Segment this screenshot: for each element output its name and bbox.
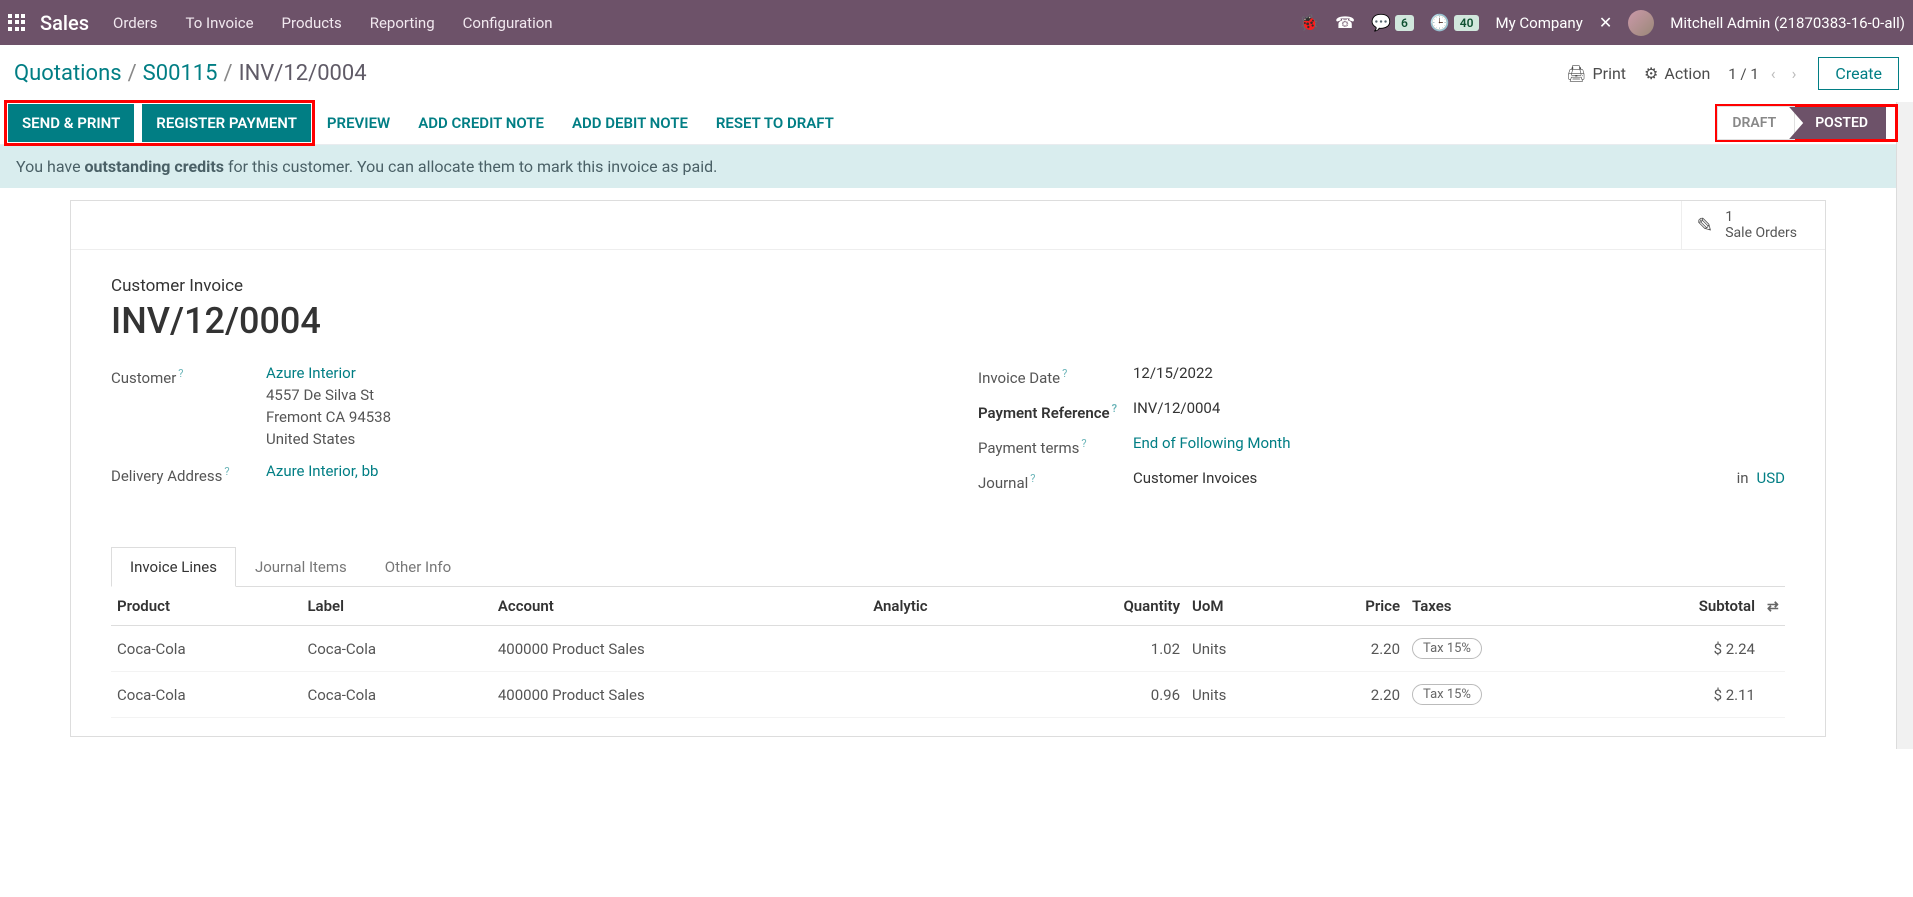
tab-other-info[interactable]: Other Info <box>366 547 470 587</box>
journal-value: Customer Invoices <box>1133 469 1729 487</box>
tools-icon[interactable]: ✕ <box>1599 13 1612 32</box>
send-print-button[interactable]: SEND & PRINT <box>8 104 134 142</box>
username[interactable]: Mitchell Admin (21870383-16-0-all) <box>1670 14 1905 32</box>
company-name[interactable]: My Company <box>1495 14 1582 32</box>
nav-links: Orders To Invoice Products Reporting Con… <box>113 14 1299 32</box>
actions-row: SEND & PRINT REGISTER PAYMENT PREVIEW AD… <box>0 102 1896 145</box>
messages-badge: 6 <box>1395 15 1414 31</box>
table-row[interactable]: Coca-ColaCoca-Cola400000 Product Sales1.… <box>111 626 1785 672</box>
gear-icon: ⚙ <box>1644 64 1658 83</box>
highlight-status: DRAFT POSTED <box>1717 106 1896 140</box>
th-product[interactable]: Product <box>111 587 301 626</box>
breadcrumb: Quotations/S00115/INV/12/0004 <box>14 61 367 86</box>
apps-icon[interactable] <box>8 14 26 32</box>
payment-ref-value: INV/12/0004 <box>1133 399 1785 417</box>
activities-icon[interactable]: 🕒40 <box>1430 13 1480 32</box>
stat-count: 1 <box>1725 209 1797 225</box>
pager-prev[interactable]: ‹ <box>1767 64 1780 83</box>
create-button[interactable]: Create <box>1818 57 1899 90</box>
tabs: Invoice Lines Journal Items Other Info <box>111 546 1785 587</box>
pager-text: 1 / 1 <box>1728 65 1759 83</box>
bug-icon[interactable]: 🐞 <box>1299 13 1319 32</box>
print-button[interactable]: 🖨Print <box>1566 64 1626 83</box>
pager: 1 / 1 ‹ › <box>1728 64 1800 83</box>
th-analytic[interactable]: Analytic <box>867 587 1024 626</box>
currency-link[interactable]: USD <box>1757 469 1785 487</box>
stat-label: Sale Orders <box>1725 225 1797 241</box>
customer-label: Customer? <box>111 364 266 387</box>
stat-row: ✎ 1 Sale Orders <box>71 201 1825 250</box>
left-col: Customer? Azure Interior 4557 De Silva S… <box>111 364 918 502</box>
brand-label[interactable]: Sales <box>40 11 89 35</box>
th-uom[interactable]: UoM <box>1186 587 1295 626</box>
nav-right: 🐞 ☎ 💬6 🕒40 My Company ✕ Mitchell Admin (… <box>1299 10 1905 36</box>
table-row[interactable]: Coca-ColaCoca-Cola400000 Product Sales0.… <box>111 672 1785 718</box>
outstanding-credits-alert: You have outstanding credits for this cu… <box>0 145 1896 188</box>
form-sheet: ✎ 1 Sale Orders Customer Invoice INV/12/… <box>70 200 1826 737</box>
payment-ref-label: Payment Reference? <box>978 399 1133 422</box>
th-subtotal[interactable]: Subtotal <box>1600 587 1761 626</box>
nav-products[interactable]: Products <box>282 14 342 32</box>
scrollbar[interactable] <box>1896 102 1913 749</box>
highlight-send-register: SEND & PRINT REGISTER PAYMENT <box>6 102 313 144</box>
status-posted[interactable]: POSTED <box>1789 107 1886 139</box>
register-payment-button[interactable]: REGISTER PAYMENT <box>142 104 311 142</box>
journal-in: in <box>1737 469 1749 487</box>
breadcrumb-bar: Quotations/S00115/INV/12/0004 🖨Print ⚙Ac… <box>0 45 1913 102</box>
invoice-date-label: Invoice Date? <box>978 364 1133 387</box>
messages-icon[interactable]: 💬6 <box>1371 13 1414 32</box>
avatar[interactable] <box>1628 10 1654 36</box>
sale-orders-stat[interactable]: ✎ 1 Sale Orders <box>1681 201 1825 249</box>
journal-label: Journal? <box>978 469 1133 492</box>
right-col: Invoice Date? 12/15/2022 Payment Referen… <box>978 364 1785 502</box>
delivery-label: Delivery Address? <box>111 462 266 485</box>
invoice-date-value: 12/15/2022 <box>1133 364 1785 382</box>
add-credit-note-button[interactable]: ADD CREDIT NOTE <box>404 104 558 142</box>
table-header-row: Product Label Account Analytic Quantity … <box>111 587 1785 626</box>
top-nav: Sales Orders To Invoice Products Reporti… <box>0 0 1913 45</box>
customer-link[interactable]: Azure Interior <box>266 364 356 382</box>
activities-badge: 40 <box>1454 15 1480 31</box>
add-debit-note-button[interactable]: ADD DEBIT NOTE <box>558 104 702 142</box>
column-options-icon[interactable]: ⇄ <box>1767 599 1779 615</box>
breadcrumb-quotations[interactable]: Quotations <box>14 61 122 86</box>
addr-line-1: 4557 De Silva St <box>266 386 918 404</box>
th-account[interactable]: Account <box>492 587 867 626</box>
invoice-lines-table: Product Label Account Analytic Quantity … <box>71 587 1825 736</box>
addr-line-3: United States <box>266 430 918 448</box>
delivery-link[interactable]: Azure Interior, bb <box>266 462 378 480</box>
bar-actions: 🖨Print ⚙Action 1 / 1 ‹ › Create <box>1566 57 1899 90</box>
action-button[interactable]: ⚙Action <box>1644 64 1710 83</box>
tab-journal-items[interactable]: Journal Items <box>236 547 366 587</box>
nav-to-invoice[interactable]: To Invoice <box>186 14 254 32</box>
th-label[interactable]: Label <box>301 587 491 626</box>
nav-reporting[interactable]: Reporting <box>370 14 435 32</box>
payment-terms-label: Payment terms? <box>978 434 1133 457</box>
nav-orders[interactable]: Orders <box>113 14 158 32</box>
th-price[interactable]: Price <box>1295 587 1406 626</box>
tab-invoice-lines[interactable]: Invoice Lines <box>111 547 236 587</box>
heading-large: INV/12/0004 <box>111 300 1785 342</box>
th-quantity[interactable]: Quantity <box>1024 587 1186 626</box>
th-taxes[interactable]: Taxes <box>1406 587 1600 626</box>
form-body: Customer Invoice INV/12/0004 Customer? A… <box>71 250 1825 528</box>
print-icon: 🖨 <box>1566 64 1586 83</box>
heading-small: Customer Invoice <box>111 276 1785 296</box>
breadcrumb-current: INV/12/0004 <box>239 61 367 86</box>
edit-icon: ✎ <box>1696 213 1713 237</box>
status-draft[interactable]: DRAFT <box>1717 106 1795 140</box>
breadcrumb-order[interactable]: S00115 <box>143 61 218 86</box>
nav-configuration[interactable]: Configuration <box>463 14 553 32</box>
addr-line-2: Fremont CA 94538 <box>266 408 918 426</box>
support-icon[interactable]: ☎ <box>1335 13 1355 32</box>
reset-to-draft-button[interactable]: RESET TO DRAFT <box>702 104 848 142</box>
payment-terms-link[interactable]: End of Following Month <box>1133 434 1290 452</box>
pager-next[interactable]: › <box>1788 64 1801 83</box>
preview-button[interactable]: PREVIEW <box>313 104 404 142</box>
form-container: ✎ 1 Sale Orders Customer Invoice INV/12/… <box>0 188 1896 749</box>
